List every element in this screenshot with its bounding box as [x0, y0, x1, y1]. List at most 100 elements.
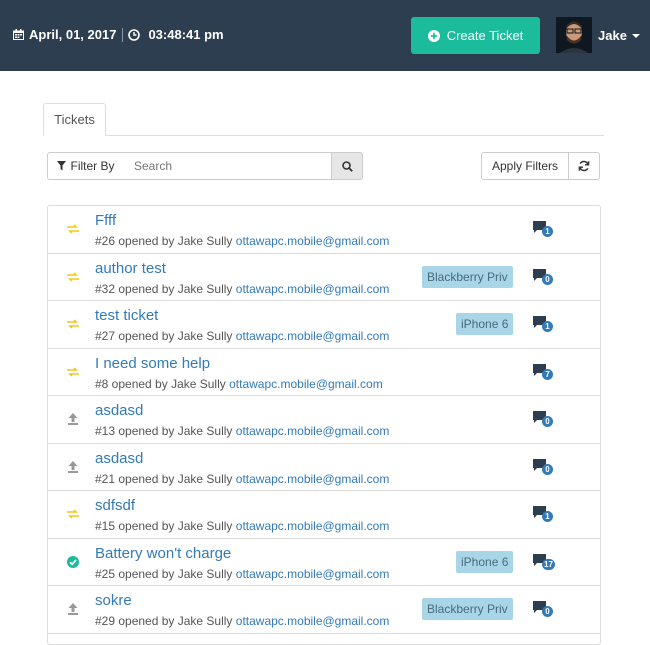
ticket-title[interactable]: test ticket	[95, 307, 158, 324]
ticket-row[interactable]: asdasd #13 opened by Jake Sully ottawapc.…	[48, 396, 600, 444]
plus-circle-icon	[427, 29, 440, 42]
transfer-icon	[66, 317, 80, 331]
ticket-opened-by: #29 opened by Jake Sully	[95, 614, 233, 628]
comments-indicator[interactable]: 0	[533, 411, 557, 429]
ticket-title[interactable]: asdasd	[95, 402, 143, 419]
comments-indicator[interactable]: 1	[533, 506, 557, 524]
ticket-meta: #27 opened by Jake Sully ottawapc.mobile…	[95, 329, 389, 343]
tab-tickets[interactable]: Tickets	[43, 103, 106, 136]
ticket-email[interactable]: ottawapc.mobile@gmail.com	[236, 329, 390, 343]
ticket-row[interactable]: asdasd #21 opened by Jake Sully ottawapc.…	[48, 444, 600, 491]
ticket-row[interactable]: sokre #29 opened by Jake Sully ottawapc.m…	[48, 586, 600, 634]
search-input[interactable]	[124, 152, 332, 180]
apply-filters-button[interactable]: Apply Filters	[481, 152, 569, 180]
create-ticket-button[interactable]: Create Ticket	[411, 17, 540, 54]
comments-indicator[interactable]: 0	[533, 458, 557, 477]
device-label: Blackberry Priv	[422, 265, 513, 288]
refresh-icon	[578, 160, 590, 172]
ticket-title[interactable]: I need some help	[95, 355, 210, 372]
device-label: Blackberry Priv	[422, 598, 513, 620]
ticket-row[interactable]: Ffff #26 opened by Jake Sully ottawapc.mo…	[48, 206, 600, 254]
device-label: iPhone 6	[456, 313, 514, 335]
comments-indicator[interactable]: 0	[533, 268, 557, 287]
ticket-opened-by: #13 opened by Jake Sully	[95, 424, 233, 438]
current-time: 03:48:41 pm	[148, 27, 224, 42]
user-menu[interactable]: Jake	[598, 28, 640, 43]
ticket-opened-by: #8 opened by Jake Sully	[95, 376, 226, 391]
search-icon	[341, 160, 353, 172]
tabs-divider	[43, 135, 604, 136]
upload-icon	[66, 460, 80, 474]
ticket-title[interactable]: asdasd	[95, 450, 143, 467]
check-circle-icon	[66, 555, 80, 569]
filter-by-label: Filter By	[70, 159, 115, 173]
create-ticket-label: Create Ticket	[446, 28, 524, 43]
comment-count: 0	[542, 463, 553, 475]
comment-count: 17	[542, 558, 555, 570]
ticket-opened-by: #25 opened by Jake Sully	[95, 566, 233, 581]
ticket-title[interactable]: sokre	[95, 592, 132, 609]
ticket-meta: #32 opened by Jake Sully ottawapc.mobile…	[95, 282, 389, 296]
divider	[122, 27, 124, 42]
ticket-title[interactable]: Ffff	[95, 212, 116, 229]
ticket-meta: #29 opened by Jake Sully ottawapc.mobile…	[95, 614, 389, 628]
ticket-meta: #13 opened by Jake Sully ottawapc.mobile…	[95, 424, 389, 438]
ticket-opened-by: #27 opened by Jake Sully	[95, 329, 233, 343]
device-label: iPhone 6	[456, 550, 514, 573]
comments-indicator[interactable]: 7	[533, 363, 557, 382]
filter-icon	[57, 161, 67, 171]
ticket-row[interactable]: sdfsdf #15 opened by Jake Sully ottawapc.…	[48, 491, 600, 539]
ticket-title[interactable]: author test	[95, 260, 166, 277]
ticket-row[interactable]: test ticket #27 opened by Jake Sully otta…	[48, 301, 600, 349]
ticket-row[interactable]: Battery won't charge #25 opened by Jake S…	[48, 539, 600, 586]
ticket-email[interactable]: ottawapc.mobile@gmail.com	[236, 424, 390, 438]
ticket-meta: #8 opened by Jake Sully ottawapc.mobile@…	[95, 377, 383, 391]
comment-count: 1	[542, 226, 553, 237]
user-avatar-image	[556, 17, 592, 53]
transfer-icon	[66, 222, 80, 236]
comments-indicator[interactable]: 17	[533, 553, 557, 572]
comments-indicator[interactable]: 1	[533, 316, 557, 334]
ticket-email[interactable]: ottawapc.mobile@gmail.com	[236, 234, 390, 248]
ticket-email[interactable]: ottawapc.mobile@gmail.com	[236, 282, 390, 296]
transfer-icon	[66, 270, 80, 284]
transfer-icon	[66, 365, 80, 379]
ticket-email[interactable]: ottawapc.mobile@gmail.com	[236, 519, 390, 533]
calendar-icon	[13, 29, 24, 40]
upload-icon	[66, 602, 80, 616]
ticket-email[interactable]: ottawapc.mobile@gmail.com	[236, 472, 390, 486]
ticket-email[interactable]: ottawapc.mobile@gmail.com	[236, 614, 390, 628]
comment-count: 7	[542, 368, 553, 380]
filter-by-button[interactable]: Filter By	[47, 152, 125, 180]
current-date: April, 01, 2017	[29, 27, 117, 42]
comment-count: 1	[542, 321, 553, 332]
clock-icon	[128, 28, 141, 41]
avatar[interactable]	[556, 17, 592, 53]
comments-indicator[interactable]: 1	[533, 221, 557, 239]
top-bar: April, 01, 2017 03:48:41 pm Create Ticke…	[0, 0, 650, 71]
comment-count: 0	[542, 416, 553, 427]
ticket-opened-by: #26 opened by Jake Sully	[95, 234, 233, 248]
user-name: Jake	[598, 28, 627, 43]
ticket-meta: #15 opened by Jake Sully ottawapc.mobile…	[95, 519, 389, 533]
comment-count: 0	[542, 273, 553, 285]
comments-indicator[interactable]: 0	[533, 601, 557, 619]
upload-icon	[66, 412, 80, 426]
ticket-title[interactable]: sdfsdf	[95, 497, 135, 514]
ticket-meta: #26 opened by Jake Sully ottawapc.mobile…	[95, 234, 389, 248]
ticket-opened-by: #15 opened by Jake Sully	[95, 519, 233, 533]
ticket-email[interactable]: ottawapc.mobile@gmail.com	[229, 377, 383, 391]
ticket-email[interactable]: ottawapc.mobile@gmail.com	[236, 567, 390, 581]
ticket-meta: #25 opened by Jake Sully ottawapc.mobile…	[95, 567, 389, 581]
comment-count: 0	[542, 606, 553, 617]
search-button[interactable]	[331, 152, 363, 180]
ticket-title[interactable]: Battery won't charge	[95, 545, 231, 562]
date-time: April, 01, 2017 03:48:41 pm	[13, 27, 224, 42]
transfer-icon	[66, 507, 80, 521]
ticket-row[interactable]: I need some help #8 opened by Jake Sully …	[48, 349, 600, 396]
refresh-button[interactable]	[568, 152, 600, 180]
ticket-list: Ffff #26 opened by Jake Sully ottawapc.mo…	[47, 205, 601, 645]
ticket-opened-by: #32 opened by Jake Sully	[95, 281, 233, 296]
ticket-opened-by: #21 opened by Jake Sully	[95, 471, 233, 486]
ticket-row[interactable]: author test #32 opened by Jake Sully otta…	[48, 254, 600, 301]
